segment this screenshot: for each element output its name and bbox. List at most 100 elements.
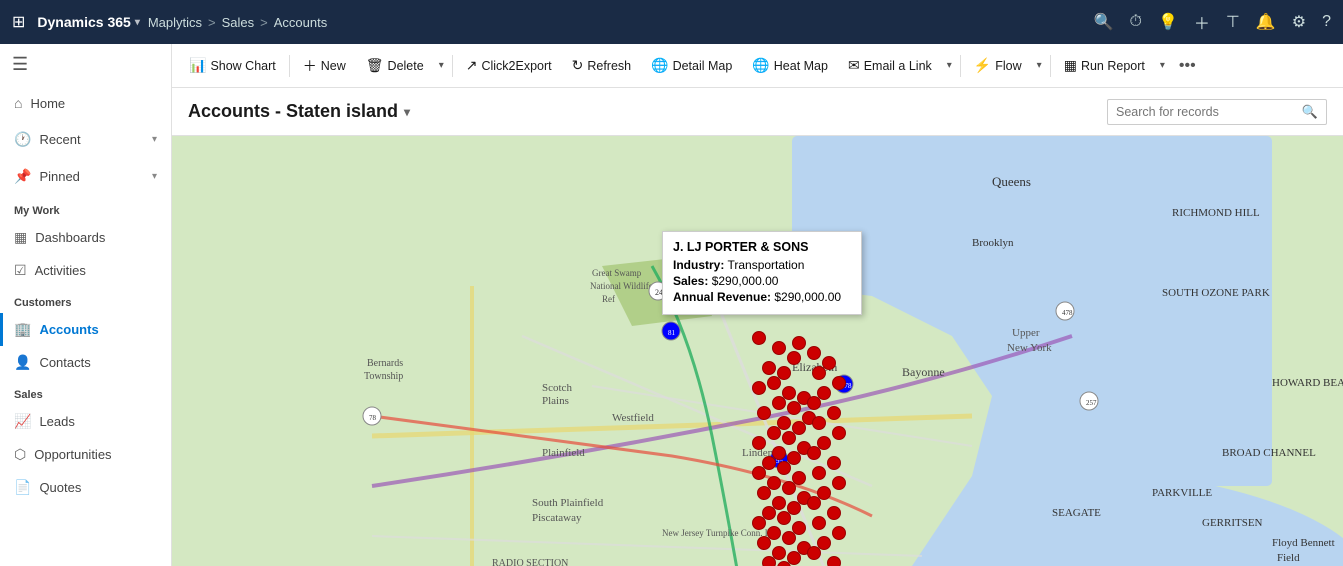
- grid-icon[interactable]: ⊞: [12, 12, 25, 32]
- svg-text:BROAD CHANNEL: BROAD CHANNEL: [1222, 447, 1316, 459]
- map-pin[interactable]: [832, 526, 846, 540]
- email-chevron[interactable]: ▾: [943, 55, 956, 76]
- map-pin[interactable]: [777, 461, 791, 475]
- sidebar-item-activities[interactable]: ☑ Activities: [0, 254, 171, 287]
- map-pin[interactable]: [762, 556, 776, 566]
- help-icon[interactable]: ?: [1322, 13, 1331, 31]
- map-pin[interactable]: [782, 481, 796, 495]
- map-container[interactable]: Queens Brooklyn Upper New York RICHMOND …: [172, 136, 1343, 566]
- recent-icon[interactable]: ⏱: [1129, 13, 1141, 31]
- sidebar-item-recent[interactable]: 🕐 Recent ▾: [0, 121, 171, 158]
- section-customers: Customers: [0, 287, 171, 313]
- info-icon[interactable]: 💡: [1158, 12, 1178, 32]
- svg-text:Township: Township: [364, 371, 403, 382]
- notification-icon[interactable]: 🔔: [1256, 12, 1276, 32]
- svg-text:Upper: Upper: [1012, 327, 1040, 339]
- sidebar-item-contacts[interactable]: 👤 Contacts: [0, 346, 171, 379]
- run-report-chevron[interactable]: ▾: [1156, 55, 1169, 76]
- map-pin[interactable]: [807, 346, 821, 360]
- sidebar-item-home[interactable]: ⌂ Home: [0, 85, 171, 121]
- accounts-label: Accounts: [39, 322, 98, 337]
- svg-text:Bayonne: Bayonne: [902, 365, 945, 379]
- map-pin[interactable]: [782, 431, 796, 445]
- map-pin[interactable]: [787, 351, 801, 365]
- map-pin[interactable]: [772, 396, 786, 410]
- sidebar-item-pinned[interactable]: 📌 Pinned ▾: [0, 158, 171, 195]
- map-pin[interactable]: [767, 426, 781, 440]
- map-pin[interactable]: [752, 516, 766, 530]
- map-pin[interactable]: [792, 336, 806, 350]
- brand[interactable]: Dynamics 365 ▾: [37, 14, 139, 30]
- refresh-button[interactable]: ↻ Refresh: [563, 52, 641, 79]
- map-pin[interactable]: [807, 396, 821, 410]
- map-pin[interactable]: [752, 466, 766, 480]
- new-button[interactable]: ＋ New: [294, 51, 355, 81]
- hamburger-menu[interactable]: ☰: [0, 44, 171, 85]
- tooltip-sales: Sales: $290,000.00: [673, 274, 851, 288]
- map-pin[interactable]: [757, 536, 771, 550]
- search-nav-icon[interactable]: 🔍: [1094, 12, 1114, 32]
- email-link-button[interactable]: ✉ Email a Link: [839, 52, 941, 79]
- delete-chevron[interactable]: ▾: [435, 55, 448, 76]
- map-pin[interactable]: [807, 446, 821, 460]
- brand-label: Dynamics 365: [37, 14, 130, 30]
- breadcrumb-sep: >: [208, 15, 216, 30]
- sidebar-item-dashboards[interactable]: ▦ Dashboards: [0, 221, 171, 254]
- map-pin[interactable]: [832, 376, 846, 390]
- flow-button[interactable]: ⚡ Flow: [965, 52, 1031, 79]
- map-pin[interactable]: [787, 401, 801, 415]
- page-title-text: Accounts - Staten island: [188, 101, 398, 122]
- map-pin[interactable]: [782, 531, 796, 545]
- map-pin[interactable]: [812, 366, 826, 380]
- map-pin[interactable]: [827, 456, 841, 470]
- dashboards-icon: ▦: [14, 229, 27, 246]
- map-pin[interactable]: [757, 406, 771, 420]
- add-icon[interactable]: ＋: [1194, 10, 1210, 34]
- map-pin[interactable]: [827, 556, 841, 566]
- page-title[interactable]: Accounts - Staten island ▾: [188, 101, 410, 122]
- map-pin[interactable]: [812, 466, 826, 480]
- map-pin[interactable]: [752, 381, 766, 395]
- sidebar-item-opportunities[interactable]: ⬡ Opportunities: [0, 438, 171, 471]
- brand-chevron[interactable]: ▾: [135, 17, 140, 28]
- run-report-button[interactable]: ▦ Run Report: [1055, 52, 1154, 79]
- opportunities-label: Opportunities: [34, 447, 111, 462]
- sidebar-item-quotes[interactable]: 📄 Quotes: [0, 471, 171, 504]
- map-pin[interactable]: [812, 516, 826, 530]
- map-pin[interactable]: [752, 331, 766, 345]
- sidebar-item-accounts[interactable]: 🏢 Accounts: [0, 313, 171, 346]
- run-report-icon: ▦: [1064, 57, 1077, 74]
- delete-button[interactable]: 🗑 Delete: [357, 52, 433, 79]
- app-name: Maplytics: [148, 15, 202, 30]
- detail-map-button[interactable]: 🌐 Detail Map: [642, 52, 741, 79]
- sep2: [452, 55, 453, 77]
- map-pin[interactable]: [807, 496, 821, 510]
- sidebar-item-leads[interactable]: 📈 Leads: [0, 405, 171, 438]
- heat-map-button[interactable]: 🌐 Heat Map: [743, 52, 837, 79]
- crumb-accounts[interactable]: Accounts: [274, 15, 327, 30]
- map-pin[interactable]: [772, 341, 786, 355]
- map-pin[interactable]: [777, 511, 791, 525]
- filter-icon[interactable]: ⊤: [1226, 12, 1240, 32]
- flow-chevron[interactable]: ▾: [1033, 55, 1046, 76]
- settings-icon[interactable]: ⚙: [1292, 12, 1306, 32]
- map-pin[interactable]: [832, 476, 846, 490]
- more-options[interactable]: •••: [1173, 53, 1202, 79]
- map-pin[interactable]: [757, 486, 771, 500]
- show-chart-button[interactable]: 📊 Show Chart: [180, 52, 285, 79]
- map-pin[interactable]: [767, 376, 781, 390]
- sep3: [960, 55, 961, 77]
- top-nav-right: 🔍 ⏱ 💡 ＋ ⊤ 🔔 ⚙ ?: [1094, 10, 1331, 34]
- map-pin[interactable]: [832, 426, 846, 440]
- breadcrumb-sep2: >: [260, 15, 268, 30]
- map-pin[interactable]: [827, 506, 841, 520]
- map-pin[interactable]: [827, 406, 841, 420]
- map-pin[interactable]: [807, 546, 821, 560]
- search-box[interactable]: 🔍: [1107, 99, 1327, 125]
- search-input[interactable]: [1116, 105, 1302, 119]
- map-pin[interactable]: [752, 436, 766, 450]
- crumb-sales[interactable]: Sales: [222, 15, 255, 30]
- click2export-button[interactable]: ↗ Click2Export: [457, 52, 561, 79]
- map-pin[interactable]: [762, 361, 776, 375]
- map-pin[interactable]: [812, 416, 826, 430]
